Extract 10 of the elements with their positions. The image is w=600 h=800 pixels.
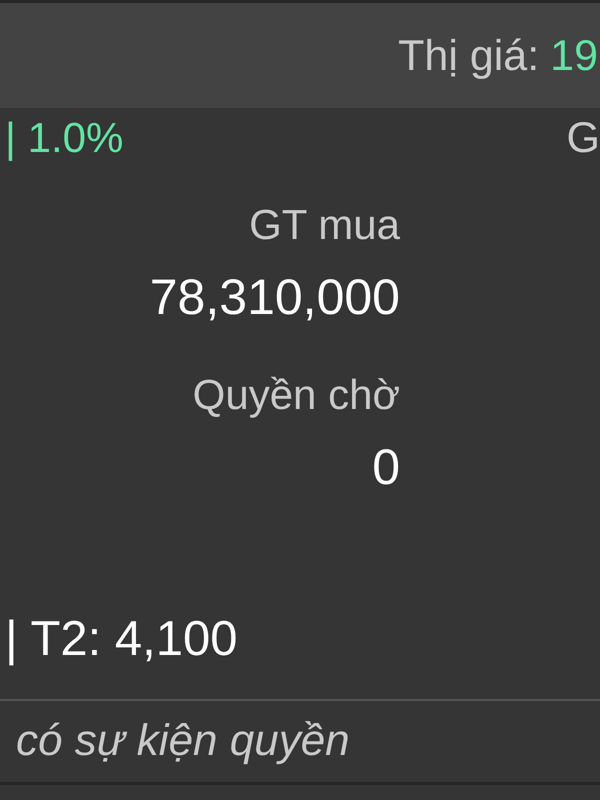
stat-label: GT mua: [249, 200, 400, 250]
stat-label: Quyền chờ: [192, 370, 400, 420]
rights-note-text: có sự kiện quyền: [16, 716, 350, 765]
market-price-value: 19: [550, 30, 598, 82]
settlement-text: | T2: 4,100: [5, 611, 238, 667]
stat-value: 0: [372, 438, 400, 496]
stat-value: 78,310,000: [150, 268, 400, 326]
market-price-label: Thị giá:: [398, 30, 540, 82]
column-label: G: [566, 113, 600, 164]
price-change-text: | 1.0%: [5, 113, 124, 163]
